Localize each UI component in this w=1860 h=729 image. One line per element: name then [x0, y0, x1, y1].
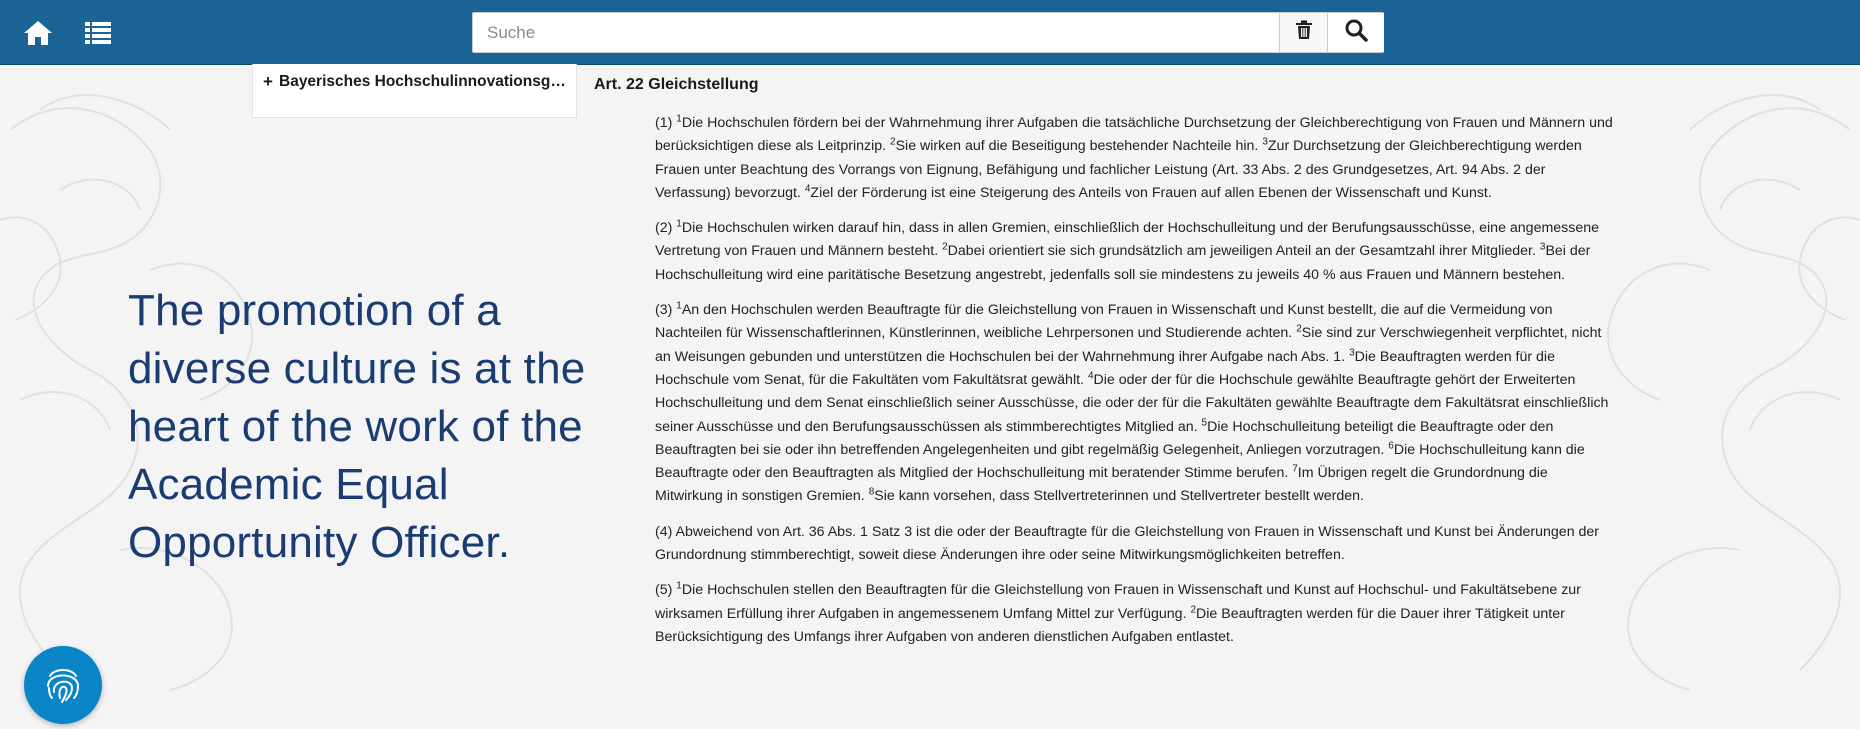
article-paragraph: (3) 1An den Hochschulen werden Beauftrag… [655, 299, 1614, 509]
sentence-text: (2) [655, 220, 677, 237]
top-navigation-bar [0, 0, 1860, 65]
sentence-text: Sie kann vorsehen, dass Stellvertreterin… [874, 488, 1364, 505]
article-body: (1) 1Die Hochschulen fördern bei der Wah… [655, 112, 1614, 661]
sentence-text: (3) [655, 302, 677, 319]
article-paragraph: (4) Abweichend von Art. 36 Abs. 1 Satz 3… [655, 521, 1614, 568]
article-title: Art. 22 Gleichstellung [594, 76, 759, 93]
sentence-text: Sie wirken auf die Beseitigung bestehend… [895, 138, 1263, 155]
table-of-contents-panel: + Bayerisches Hochschulinnovationsgesetz [252, 64, 577, 118]
list-icon [82, 22, 114, 52]
search-icon [1344, 18, 1368, 47]
expand-icon: + [263, 72, 273, 91]
article-paragraph: (2) 1Die Hochschulen wirken darauf hin, … [655, 217, 1614, 287]
home-icon [22, 21, 54, 52]
toc-item-label: Bayerisches Hochschulinnovationsgesetz [279, 73, 569, 90]
article-paragraph: (1) 1Die Hochschulen fördern bei der Wah… [655, 112, 1614, 205]
sentence-text: Dabei orientiert sie sich grundsätzlich … [947, 243, 1540, 260]
article-content: Art. 22 Gleichstellung (1) 1Die Hochschu… [594, 76, 1614, 716]
clear-search-button[interactable] [1279, 13, 1327, 52]
fingerprint-floating-button[interactable] [24, 646, 102, 724]
sentence-text: Ziel der Förderung ist eine Steigerung d… [810, 184, 1492, 201]
search-bar [472, 12, 1384, 53]
overlay-quote: The promotion of a diverse culture is at… [128, 286, 586, 567]
sentence-text: (1) [655, 115, 677, 131]
sentence-text: (5) [655, 582, 677, 599]
heraldic-lion-ornament-right [1607, 94, 1860, 691]
toc-item-law[interactable]: + Bayerisches Hochschulinnovationsgesetz [257, 71, 573, 93]
trash-icon [1295, 20, 1313, 45]
article-paragraph: (5) 1Die Hochschulen stellen den Beauftr… [655, 579, 1614, 649]
search-input[interactable] [473, 13, 1279, 52]
sentence-text: (4) Abweichend von Art. 36 Abs. 1 Satz 3… [655, 523, 1600, 564]
table-of-contents-button[interactable] [82, 18, 114, 48]
home-button[interactable] [22, 18, 54, 48]
fingerprint-icon [24, 669, 102, 728]
search-button[interactable] [1327, 13, 1384, 52]
